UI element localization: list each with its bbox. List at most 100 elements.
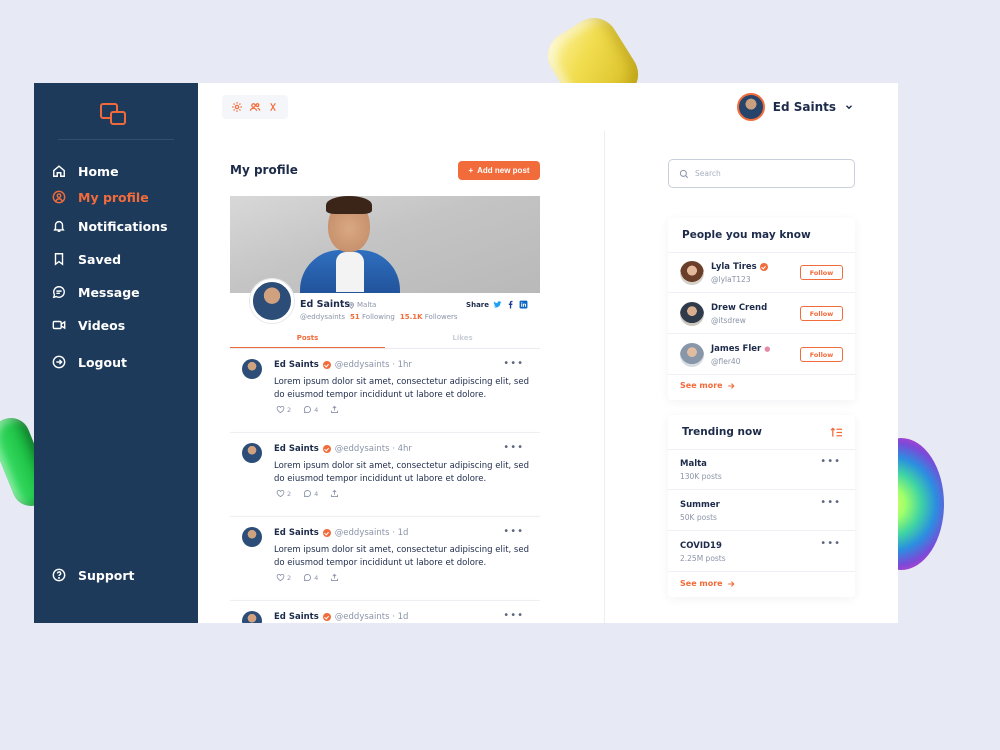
following-label: Following: [362, 313, 395, 321]
profile-avatar[interactable]: [250, 279, 294, 323]
sidebar: Home My profile Notifications Saved Mess…: [34, 83, 198, 623]
person-handle: @itsdrew: [711, 316, 746, 325]
share-button[interactable]: [330, 405, 339, 414]
post-avatar[interactable]: [242, 611, 262, 623]
comment-button[interactable]: 4: [303, 489, 318, 498]
more-options-icon[interactable]: •••: [820, 456, 841, 467]
sidebar-item-support[interactable]: Support: [52, 564, 135, 586]
users-icon[interactable]: [249, 101, 261, 113]
twitter-icon[interactable]: [493, 300, 502, 309]
tab-posts[interactable]: Posts: [230, 329, 385, 348]
post-meta: @eddysaints · 1hr: [334, 360, 412, 370]
post-body: Lorem ipsum dolor sit amet, consectetur …: [274, 545, 529, 568]
person-name[interactable]: Drew Crend: [711, 303, 767, 313]
shuffle-icon[interactable]: [267, 101, 279, 113]
like-button[interactable]: 2: [276, 573, 291, 582]
page-title: My profile: [230, 163, 298, 177]
verified-badge-icon: [322, 445, 331, 453]
sidebar-item-notifications[interactable]: Notifications: [52, 215, 168, 237]
more-options-icon[interactable]: •••: [820, 497, 841, 508]
add-new-post-button[interactable]: + Add new post: [458, 161, 540, 180]
sidebar-item-logout[interactable]: Logout: [52, 351, 127, 373]
sidebar-item-label: Videos: [78, 317, 126, 333]
see-more-label: See more: [680, 579, 723, 588]
more-options-icon[interactable]: •••: [503, 358, 524, 369]
share-button[interactable]: [330, 489, 339, 498]
facebook-icon[interactable]: [506, 300, 515, 309]
sidebar-item-videos[interactable]: Videos: [52, 314, 125, 336]
post-author[interactable]: Ed Saints: [274, 444, 319, 454]
post-meta: @eddysaints · 4hr: [334, 444, 412, 454]
person-handle: @lylaT123: [711, 275, 751, 284]
following-stat[interactable]: 51 Following: [350, 313, 395, 321]
avatar[interactable]: [680, 343, 704, 367]
post-item: Ed Saints @eddysaints · 1hr ••• Lorem ip…: [230, 349, 540, 433]
post-header: Ed Saints @eddysaints · 1d: [274, 612, 408, 622]
sidebar-item-label: Notifications: [78, 218, 168, 234]
see-more-label: See more: [680, 381, 723, 390]
list-item[interactable]: COVID19 2.25M posts •••: [668, 531, 855, 572]
more-options-icon[interactable]: •••: [503, 442, 524, 453]
sidebar-item-saved[interactable]: Saved: [52, 248, 121, 270]
post-item: Ed Saints @eddysaints · 1d ••• Lorem ips…: [230, 517, 540, 601]
comment-button[interactable]: 4: [303, 405, 318, 414]
post-author[interactable]: Ed Saints: [274, 612, 319, 622]
search-input[interactable]: [695, 169, 845, 178]
person-handle: @fler40: [711, 357, 741, 366]
list-item[interactable]: Summer 50K posts •••: [668, 490, 855, 531]
person-name[interactable]: Lyla Tires: [711, 262, 768, 272]
settings-icon[interactable]: [231, 101, 243, 113]
sort-icon[interactable]: [830, 427, 843, 438]
app-logo-icon[interactable]: [100, 103, 128, 127]
people-panel: People you may know Lyla Tires @lylaT123…: [668, 218, 855, 400]
see-more-link[interactable]: See more: [680, 579, 735, 588]
list-item[interactable]: Malta 130K posts •••: [668, 449, 855, 490]
post-avatar[interactable]: [242, 359, 262, 379]
tab-likes[interactable]: Likes: [385, 329, 540, 348]
avatar: [736, 93, 765, 121]
profile-stats: @eddysaints 51 Following 15.1K Followers: [300, 313, 458, 321]
sidebar-item-my-profile[interactable]: My profile: [52, 186, 149, 208]
user-circle-icon: [52, 190, 66, 204]
verified-badge-icon: [322, 361, 331, 369]
avatar[interactable]: [680, 302, 704, 326]
avatar[interactable]: [680, 261, 704, 285]
sidebar-item-home[interactable]: Home: [52, 160, 119, 182]
user-menu[interactable]: Ed Saints: [736, 93, 854, 121]
post-avatar[interactable]: [242, 527, 262, 547]
comment-count: 4: [314, 489, 319, 498]
user-name: Ed Saints: [772, 100, 836, 114]
post-avatar[interactable]: [242, 443, 262, 463]
share-button[interactable]: [330, 573, 339, 582]
linkedin-icon[interactable]: [519, 300, 528, 309]
like-button[interactable]: 2: [276, 405, 291, 414]
see-more-link[interactable]: See more: [680, 381, 735, 390]
sidebar-item-message[interactable]: Message: [52, 281, 140, 303]
more-options-icon[interactable]: •••: [820, 538, 841, 549]
profile-handle: @eddysaints: [300, 313, 346, 321]
followers-stat[interactable]: 15.1K Followers: [400, 313, 458, 321]
follow-button[interactable]: Follow: [800, 265, 843, 280]
like-button[interactable]: 2: [276, 489, 291, 498]
comment-icon: [303, 489, 312, 498]
follow-button[interactable]: Follow: [800, 347, 843, 362]
profile-location: Malta: [348, 301, 376, 309]
more-options-icon[interactable]: •••: [503, 526, 524, 537]
arrow-right-icon: [727, 382, 735, 389]
person-name[interactable]: James Fler ●: [711, 344, 770, 354]
follow-button[interactable]: Follow: [800, 306, 843, 321]
sidebar-item-label: Home: [78, 163, 119, 179]
sidebar-item-label: Logout: [78, 354, 127, 370]
trend-name: Malta: [680, 459, 707, 469]
share-group: Share: [466, 300, 528, 309]
list-item: James Fler ● @fler40 Follow: [668, 334, 855, 375]
bookmark-icon: [54, 253, 64, 266]
post-meta: @eddysaints · 1d: [334, 528, 409, 538]
more-options-icon[interactable]: •••: [503, 610, 524, 621]
profile-tabs: Posts Likes: [230, 329, 540, 349]
post-author[interactable]: Ed Saints: [274, 528, 319, 538]
post-actions: 2 4: [276, 405, 339, 414]
comment-button[interactable]: 4: [303, 573, 318, 582]
post-author[interactable]: Ed Saints: [274, 360, 319, 370]
post-item: Ed Saints @eddysaints · 1d •••: [230, 601, 540, 623]
